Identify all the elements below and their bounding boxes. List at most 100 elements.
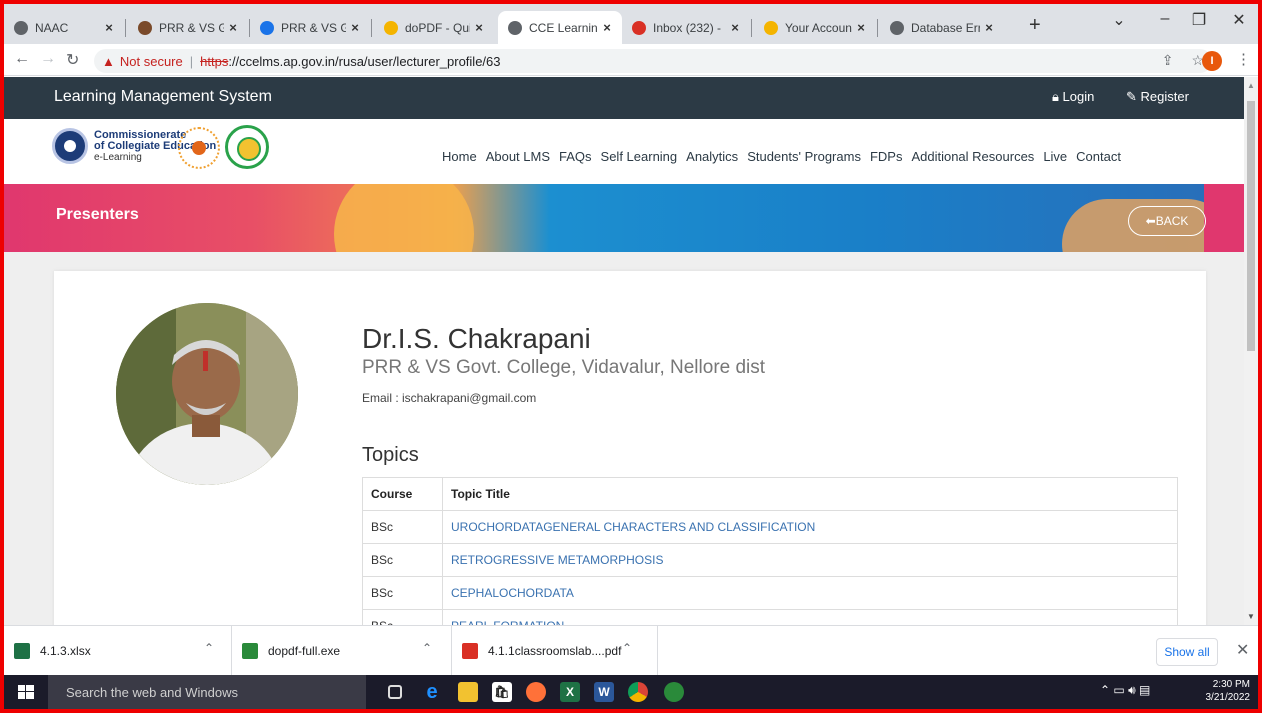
download-item[interactable]: dopdf-full.exe ⌃ xyxy=(232,626,452,676)
share-icon[interactable]: ⇪ xyxy=(1162,52,1174,69)
tab-strip: NAAC×PRR & VS Gov×PRR & VS Gov×doPDF - Q… xyxy=(4,4,1258,44)
task-view-icon[interactable] xyxy=(388,685,402,699)
register-link[interactable]: ✎ Register xyxy=(1126,89,1189,105)
tab-close-icon[interactable]: × xyxy=(598,20,616,35)
site-title: Learning Management System xyxy=(54,88,272,105)
close-downloads-icon[interactable]: ✕ xyxy=(1236,640,1249,660)
browser-tab[interactable]: Database Erro× xyxy=(880,11,1004,44)
scroll-down-icon[interactable]: ▼ xyxy=(1247,612,1255,621)
browser-tab[interactable]: Your Account × xyxy=(754,11,876,44)
edge-icon[interactable]: e xyxy=(422,681,442,703)
download-item[interactable]: 4.1.3.xlsx ⌃ xyxy=(4,626,232,676)
browser-tab[interactable]: PRR & VS Gov× xyxy=(250,11,370,44)
address-bar[interactable]: ▲ Not secure | https ://ccelms.ap.gov.in… xyxy=(94,49,1212,73)
browser-window: NAAC×PRR & VS Gov×PRR & VS Gov×doPDF - Q… xyxy=(4,4,1258,709)
toolbar: ← → ↻ ▲ Not secure | https ://ccelms.ap.… xyxy=(4,44,1258,76)
back-arrow-icon[interactable]: ← xyxy=(14,50,30,68)
tab-close-icon[interactable]: × xyxy=(726,20,744,35)
page-scrollbar[interactable]: ▲ ▼ xyxy=(1244,77,1258,625)
main-nav: Home About LMS FAQs Self Learning Analytics S… xyxy=(442,149,1130,164)
login-label: Login xyxy=(1062,89,1095,104)
back-button[interactable]: ⬅ BACK xyxy=(1128,206,1206,236)
column-header-course: Course xyxy=(362,477,443,511)
nav-item-analytics[interactable]: Analytics xyxy=(686,149,738,164)
browser-tab[interactable]: Inbox (232) - × xyxy=(622,11,750,44)
tab-close-icon[interactable]: × xyxy=(852,20,870,35)
edit-icon: ✎ xyxy=(1126,89,1141,104)
minimize-icon[interactable]: – xyxy=(1150,10,1180,28)
tab-close-icon[interactable]: × xyxy=(224,20,242,35)
login-link[interactable]: 🔒︎ Login xyxy=(1052,89,1094,105)
banner-title: Presenters xyxy=(56,206,139,223)
word-icon[interactable]: W xyxy=(594,682,614,702)
browser-menu-icon[interactable]: ⋮ xyxy=(1236,50,1251,68)
profile-avatar[interactable]: I xyxy=(1202,51,1222,71)
browser-tab[interactable]: NAAC × xyxy=(4,11,124,44)
tray-overflow-icon[interactable]: ⌃ xyxy=(1100,683,1110,697)
clock-date: 3/21/2022 xyxy=(1205,692,1251,703)
topic-title-link[interactable]: CEPHALOCHORDATA xyxy=(442,576,1178,610)
taskbar-search-input[interactable]: Search the web and Windows xyxy=(48,675,366,709)
scrollbar-thumb[interactable] xyxy=(1247,101,1255,351)
nav-item-additional-resources[interactable]: Additional Resources xyxy=(911,149,1034,164)
forward-arrow-icon[interactable]: → xyxy=(40,50,56,68)
excel-icon[interactable]: X xyxy=(560,682,580,702)
tab-label: PRR & VS Gov xyxy=(159,20,224,35)
table-row: BSc CEPHALOCHORDATA xyxy=(362,576,1178,610)
browser-tab[interactable]: doPDF - Quic× xyxy=(374,11,494,44)
network-icon[interactable]: ▭ xyxy=(1113,683,1124,697)
windows-start-icon[interactable] xyxy=(18,685,34,699)
download-menu-caret-icon[interactable]: ⌃ xyxy=(622,641,632,655)
download-menu-caret-icon[interactable]: ⌃ xyxy=(204,641,214,655)
nav-item-about-lms[interactable]: About LMS xyxy=(486,149,550,164)
nav-item-students-programs[interactable]: Students' Programs xyxy=(747,149,861,164)
notifications-icon[interactable]: ▤ xyxy=(1139,683,1150,697)
nav-item-home[interactable]: Home xyxy=(442,149,477,164)
nav-item-contact[interactable]: Contact xyxy=(1076,149,1121,164)
nav-item-self-learning[interactable]: Self Learning xyxy=(601,149,678,164)
dopdf-icon[interactable] xyxy=(664,682,684,702)
topic-title-link[interactable]: RETROGRESSIVE METAMORPHOSIS xyxy=(442,543,1178,577)
globe-icon xyxy=(14,20,28,35)
tab-search-icon[interactable]: ⌄ xyxy=(1104,10,1134,30)
download-menu-caret-icon[interactable]: ⌃ xyxy=(422,641,432,655)
download-item[interactable]: 4.1.1classroomslab....pdf ⌃ xyxy=(452,626,658,676)
tab-close-icon[interactable]: × xyxy=(980,20,998,35)
back-label: BACK xyxy=(1155,214,1189,228)
close-window-icon[interactable]: ✕ xyxy=(1224,10,1254,30)
show-all-downloads-button[interactable]: Show all xyxy=(1156,638,1218,666)
windows-taskbar: Search the web and Windows e 🛍︎ X W ⌃ ▭ … xyxy=(4,675,1258,709)
tab-close-icon[interactable]: × xyxy=(100,20,118,35)
table-row: BSc UROCHORDATAGENERAL CHARACTERS AND CLA… xyxy=(362,510,1178,544)
download-filename: 4.1.1classroomslab....pdf xyxy=(488,644,622,658)
store-icon[interactable]: 🛍︎ xyxy=(492,682,512,702)
tab-close-icon[interactable]: × xyxy=(470,20,488,35)
course-cell: BSc xyxy=(362,510,443,544)
url-path: ://ccelms.ap.gov.in/rusa/user/lecturer_p… xyxy=(228,53,501,69)
firefox-icon[interactable] xyxy=(526,682,546,702)
tab-close-icon[interactable]: × xyxy=(346,20,364,35)
taskbar-clock[interactable]: 2:30 PM 3/21/2022 xyxy=(1204,678,1251,704)
browser-tab[interactable]: PRR & VS Gov× xyxy=(128,11,248,44)
yahoo-mail-icon xyxy=(764,20,778,35)
nav-item-faqs[interactable]: FAQs xyxy=(559,149,592,164)
excel-file-icon xyxy=(14,643,30,659)
system-tray[interactable]: ⌃ ▭ 🔊︎ ▤ xyxy=(1100,683,1150,698)
course-cell: BSc xyxy=(362,576,443,610)
nav-item-fdps[interactable]: FDPs xyxy=(870,149,903,164)
new-tab-button[interactable]: + xyxy=(1029,14,1041,37)
volume-icon[interactable]: 🔊︎ xyxy=(1128,683,1136,697)
college-icon xyxy=(260,20,274,35)
restore-icon[interactable]: ❐ xyxy=(1184,10,1214,30)
file-explorer-icon[interactable] xyxy=(458,682,478,702)
tab-label: NAAC xyxy=(35,20,69,35)
reload-icon[interactable]: ↻ xyxy=(66,50,79,70)
scroll-up-icon[interactable]: ▲ xyxy=(1247,81,1255,90)
chrome-icon[interactable] xyxy=(628,682,648,702)
presenter-email: Email : ischakrapani@gmail.com xyxy=(362,391,537,405)
topic-title-link[interactable]: UROCHORDATAGENERAL CHARACTERS AND CLASSI… xyxy=(442,510,1178,544)
nav-item-live[interactable]: Live xyxy=(1043,149,1067,164)
sun-emblem-icon xyxy=(178,127,220,169)
topic-title-link[interactable]: PEARL FORMATION xyxy=(442,609,1178,625)
browser-tab[interactable]: CCE Learning × xyxy=(498,11,622,44)
